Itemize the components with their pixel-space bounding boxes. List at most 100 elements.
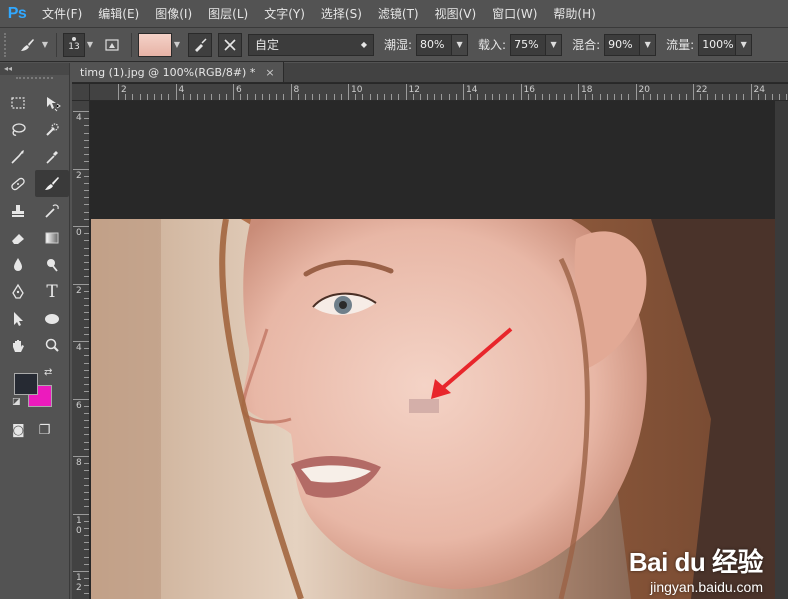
chevron-down-icon[interactable]: ▼ xyxy=(172,33,182,57)
mix-input[interactable]: 90% xyxy=(604,33,641,56)
marquee-tool[interactable] xyxy=(1,89,35,116)
ruler-tick xyxy=(427,94,429,100)
gradient-tool[interactable] xyxy=(35,224,69,251)
chevron-down-icon[interactable]: ▼ xyxy=(546,33,563,56)
ruler-tick xyxy=(84,405,89,407)
chevron-down-icon[interactable]: ▼ xyxy=(736,33,753,56)
ruler-tick xyxy=(84,118,89,120)
ruler-tick xyxy=(218,94,220,100)
ruler-tick xyxy=(225,94,227,100)
menu-layer[interactable]: 图层(L) xyxy=(200,0,256,28)
toolbox-collapse[interactable]: ◂◂ xyxy=(0,63,69,75)
load-brush-button[interactable] xyxy=(188,32,212,57)
clone-stamp-tool[interactable] xyxy=(1,197,35,224)
ruler-tick xyxy=(606,94,608,100)
eyedropper-tool[interactable] xyxy=(35,143,69,170)
healing-brush-tool[interactable] xyxy=(1,170,35,197)
path-select-tool[interactable] xyxy=(1,305,35,332)
ruler-origin[interactable] xyxy=(72,84,90,101)
select-arrows-icon: ◆ xyxy=(360,40,367,49)
current-load-swatch[interactable] xyxy=(138,32,172,57)
move-tool[interactable] xyxy=(35,89,69,116)
divider xyxy=(131,32,132,57)
ruler-tick xyxy=(84,190,89,192)
menu-view[interactable]: 视图(V) xyxy=(427,0,485,28)
ruler-tick xyxy=(513,94,515,100)
ruler-tick xyxy=(84,247,89,249)
history-brush-tool[interactable] xyxy=(35,197,69,224)
chevron-down-icon[interactable]: ▼ xyxy=(85,33,95,57)
vertical-ruler[interactable]: 4 2 0 2 4 6 8 1 0 1 2 xyxy=(72,101,90,599)
ruler-tick xyxy=(84,527,89,529)
move-icon xyxy=(47,96,61,111)
menu-edit[interactable]: 编辑(E) xyxy=(90,0,147,28)
ruler-tick xyxy=(84,240,89,242)
crop-tool[interactable] xyxy=(1,143,35,170)
options-grip[interactable] xyxy=(4,32,10,57)
brush-panel-button[interactable] xyxy=(99,33,125,57)
swap-colors-icon[interactable]: ⇄ xyxy=(44,367,52,378)
blend-preset-select[interactable]: 自定 ◆ xyxy=(248,33,374,56)
flow-input[interactable]: 100% xyxy=(698,33,737,56)
blend-preset-value: 自定 xyxy=(255,38,280,52)
mix-label: 混合: xyxy=(572,38,601,52)
chevron-down-icon[interactable]: ▼ xyxy=(452,33,469,56)
ellipse-tool[interactable] xyxy=(35,305,69,332)
screen-mode-icon[interactable]: ❐ xyxy=(39,423,51,438)
load-input[interactable]: 75% xyxy=(510,33,547,56)
ruler-label: 0 xyxy=(76,228,82,238)
menu-file[interactable]: 文件(F) xyxy=(34,0,90,28)
menu-window[interactable]: 窗口(W) xyxy=(484,0,545,28)
quick-mask-icon[interactable]: ◙ xyxy=(12,423,25,438)
horizontal-ruler[interactable]: 2 4 6 8 10 12 14 16 18 20 22 24 xyxy=(90,84,788,101)
ruler-tick xyxy=(348,84,349,100)
ruler-tick xyxy=(84,391,89,393)
ruler-tick xyxy=(84,319,89,321)
default-colors-icon[interactable]: ◪ xyxy=(12,397,21,407)
tool-preset-button[interactable] xyxy=(14,33,40,57)
ruler-label: 20 xyxy=(638,85,650,95)
wet-input[interactable]: 80% xyxy=(416,33,453,56)
divider xyxy=(56,32,57,57)
foreground-color-swatch[interactable] xyxy=(14,373,38,395)
hand-tool[interactable] xyxy=(1,332,35,359)
baidu-watermark: Bai du 经验 jingyan.baidu.com xyxy=(629,542,764,595)
menu-select[interactable]: 选择(S) xyxy=(313,0,370,28)
ruler-tick xyxy=(434,94,436,100)
ruler-tick xyxy=(84,197,89,199)
lasso-tool[interactable] xyxy=(1,116,35,143)
photo-canvas[interactable]: Bai du 经验 jingyan.baidu.com xyxy=(91,219,775,599)
mode-buttons: ◙ ❐ xyxy=(0,423,69,438)
ruler-tick xyxy=(84,563,89,565)
brush-size-picker[interactable]: 13 xyxy=(63,32,85,57)
menu-image[interactable]: 图像(I) xyxy=(147,0,200,28)
eraser-tool[interactable] xyxy=(1,224,35,251)
zoom-tool[interactable] xyxy=(35,332,69,359)
ruler-label: 6 xyxy=(76,400,82,411)
hand-icon xyxy=(13,339,24,352)
ruler-tick xyxy=(312,94,314,100)
clean-brush-button[interactable] xyxy=(218,32,242,57)
blur-tool[interactable] xyxy=(1,251,35,278)
pen-tool[interactable] xyxy=(1,278,35,305)
type-tool[interactable]: T xyxy=(35,278,69,305)
menu-filter[interactable]: 滤镜(T) xyxy=(370,0,427,28)
menu-help[interactable]: 帮助(H) xyxy=(545,0,603,28)
menu-type[interactable]: 文字(Y) xyxy=(256,0,313,28)
dodge-tool[interactable] xyxy=(35,251,69,278)
ruler-tick xyxy=(786,94,788,100)
ruler-tick xyxy=(84,261,89,263)
ruler-tick xyxy=(398,94,400,100)
ruler-tick xyxy=(84,305,89,307)
ruler-tick xyxy=(520,84,522,100)
document-tab[interactable]: timg (1).jpg @ 100%(RGB/8#) * × xyxy=(72,62,284,82)
close-icon[interactable]: × xyxy=(265,66,274,79)
quick-select-tool[interactable] xyxy=(35,116,69,143)
vertical-scrollbar[interactable] xyxy=(775,101,788,599)
chevron-down-icon[interactable]: ▼ xyxy=(640,33,657,56)
toolbox-grip[interactable] xyxy=(16,77,53,85)
ruler-tick xyxy=(714,94,716,100)
mixer-brush-tool[interactable] xyxy=(35,170,69,197)
chevron-down-icon[interactable]: ▼ xyxy=(40,33,50,57)
canvas-area[interactable]: Bai du 经验 jingyan.baidu.com xyxy=(91,102,775,599)
